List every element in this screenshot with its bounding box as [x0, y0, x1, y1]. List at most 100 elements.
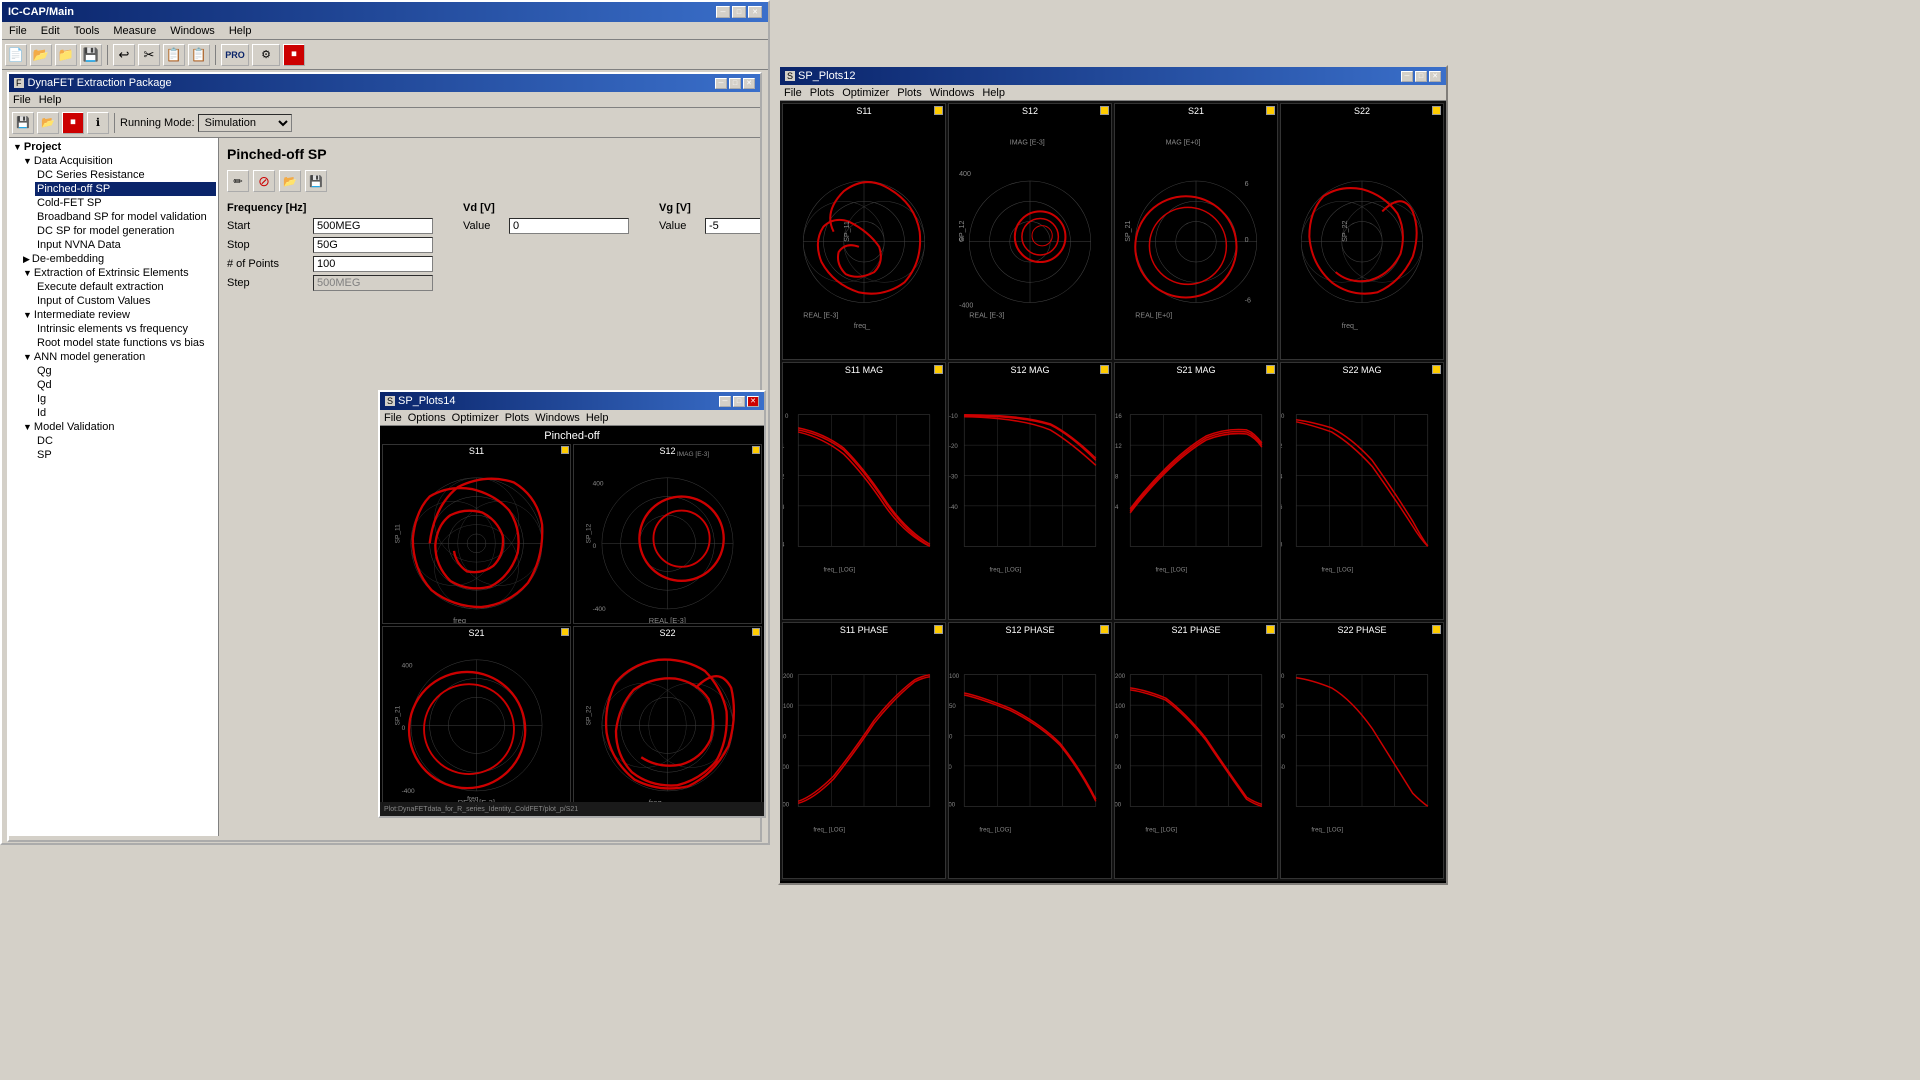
dynafet-stop-btn[interactable]: ⏹ — [62, 112, 84, 134]
content-circle-btn[interactable]: ⊘ — [253, 170, 275, 192]
dynafet-menu-help[interactable]: Help — [39, 94, 62, 106]
sp12-menu-help[interactable]: Help — [982, 87, 1005, 99]
close-btn[interactable]: ✕ — [748, 6, 762, 18]
tree-root-model[interactable]: Root model state functions vs bias — [35, 336, 216, 350]
start-input[interactable] — [313, 218, 433, 234]
tree-dc-series[interactable]: DC Series Resistance — [35, 168, 216, 182]
pro-btn[interactable]: PRO — [221, 44, 249, 66]
tree-pinched-off-sp[interactable]: Pinched-off SP — [35, 182, 216, 196]
tree-input-nvna[interactable]: Input NVNA Data — [35, 238, 216, 252]
dynafet-menu-file[interactable]: File — [13, 94, 31, 106]
sp14-close[interactable]: ✕ — [747, 396, 759, 407]
sp12-menu-file[interactable]: File — [784, 87, 802, 99]
tree-dc[interactable]: DC — [35, 434, 216, 448]
plot-s11-mag-yellow[interactable] — [934, 365, 943, 374]
dynafet-maximize[interactable]: □ — [729, 78, 741, 89]
sp14-s11-yellow[interactable] — [561, 446, 569, 454]
cfg-btn[interactable]: ⚙ — [252, 44, 280, 66]
sp14-maximize[interactable]: □ — [733, 396, 745, 407]
copy-btn[interactable]: 📋 — [163, 44, 185, 66]
tree-id[interactable]: Id — [35, 406, 216, 420]
plot-s12-yellow[interactable] — [1100, 106, 1109, 115]
sp14-s22-yellow[interactable] — [752, 628, 760, 636]
tree-intermediate-review[interactable]: ▼ Intermediate review — [11, 308, 216, 322]
open2-btn[interactable]: 📁 — [55, 44, 77, 66]
menu-tools[interactable]: Tools — [71, 24, 103, 38]
cut-btn[interactable]: ✂ — [138, 44, 160, 66]
plot-s22-mag-yellow[interactable] — [1432, 365, 1441, 374]
svg-text:-20: -20 — [949, 444, 958, 450]
plot-s21-mag-title: S21 MAG — [1115, 365, 1277, 375]
plot-s21-phase-yellow[interactable] — [1266, 625, 1275, 634]
sp14-menu-help[interactable]: Help — [586, 412, 609, 424]
content-edit-btn[interactable]: ✏ — [227, 170, 249, 192]
tree-input-custom[interactable]: Input of Custom Values — [35, 294, 216, 308]
plot-s21-yellow[interactable] — [1266, 106, 1275, 115]
tree-broadband-sp[interactable]: Broadband SP for model validation — [35, 210, 216, 224]
plot-s21-mag-yellow[interactable] — [1266, 365, 1275, 374]
tree-data-acquisition[interactable]: ▼ Data Acquisition — [11, 154, 216, 168]
tree-execute-default[interactable]: Execute default extraction — [35, 280, 216, 294]
tree-qg[interactable]: Qg — [35, 364, 216, 378]
tree-ann-model[interactable]: ▼ ANN model generation — [11, 350, 216, 364]
plot-s11-phase-yellow[interactable] — [934, 625, 943, 634]
sp12-close[interactable]: ✕ — [1429, 71, 1441, 82]
tree-qd[interactable]: Qd — [35, 378, 216, 392]
content-save-btn[interactable]: 💾 — [305, 170, 327, 192]
vg-value-input[interactable] — [705, 218, 760, 234]
step-input[interactable] — [313, 275, 433, 291]
sp14-menu-file[interactable]: File — [384, 412, 402, 424]
minimize-btn[interactable]: ─ — [716, 6, 730, 18]
points-input[interactable] — [313, 256, 433, 272]
sp14-menu-options[interactable]: Options — [408, 412, 446, 424]
stop-btn[interactable]: ⏹ — [283, 44, 305, 66]
sp14-s21-yellow[interactable] — [561, 628, 569, 636]
open-btn[interactable]: 📂 — [30, 44, 52, 66]
maximize-btn[interactable]: □ — [732, 6, 746, 18]
new-file-btn[interactable]: 📄 — [5, 44, 27, 66]
sp12-minimize[interactable]: ─ — [1401, 71, 1413, 82]
plot-s22-yellow[interactable] — [1432, 106, 1441, 115]
paste-btn[interactable]: 📋 — [188, 44, 210, 66]
sp14-menu-windows[interactable]: Windows — [535, 412, 580, 424]
tree-cold-fet-sp[interactable]: Cold-FET SP — [35, 196, 216, 210]
sp12-menu-plots2[interactable]: Plots — [897, 87, 921, 99]
dynafet-info-btn[interactable]: ℹ — [87, 112, 109, 134]
sp12-maximize[interactable]: □ — [1415, 71, 1427, 82]
tree-model-validation[interactable]: ▼ Model Validation — [11, 420, 216, 434]
tree-dc-sp-model[interactable]: DC SP for model generation — [35, 224, 216, 238]
plot-s12-phase-yellow[interactable] — [1100, 625, 1109, 634]
sp14-s12-yellow[interactable] — [752, 446, 760, 454]
sp14-menu-optimizer[interactable]: Optimizer — [452, 412, 499, 424]
vg-group: Vg [V] Value — [659, 202, 760, 237]
menu-file[interactable]: File — [6, 24, 30, 38]
sp12-menu-optimizer[interactable]: Optimizer — [842, 87, 889, 99]
tree-de-embedding[interactable]: ▶ De-embedding — [11, 252, 216, 266]
sp14-minimize[interactable]: ─ — [719, 396, 731, 407]
sp12-menu-plots[interactable]: Plots — [810, 87, 834, 99]
undo-btn[interactable]: ↩ — [113, 44, 135, 66]
sp12-menu-windows[interactable]: Windows — [930, 87, 975, 99]
running-mode-select[interactable]: Simulation Measurement — [198, 114, 292, 132]
plot-s12-mag-yellow[interactable] — [1100, 365, 1109, 374]
menu-windows[interactable]: Windows — [167, 24, 218, 38]
tree-sp[interactable]: SP — [35, 448, 216, 462]
menu-help[interactable]: Help — [226, 24, 255, 38]
tree-intrinsic-elements[interactable]: Intrinsic elements vs frequency — [35, 322, 216, 336]
vd-value-input[interactable] — [509, 218, 629, 234]
dynafet-minimize[interactable]: ─ — [715, 78, 727, 89]
dynafet-save-btn[interactable]: 💾 — [12, 112, 34, 134]
menu-edit[interactable]: Edit — [38, 24, 63, 38]
content-folder-btn[interactable]: 📂 — [279, 170, 301, 192]
plot-s22-phase-yellow[interactable] — [1432, 625, 1441, 634]
sp14-menu-plots[interactable]: Plots — [505, 412, 529, 424]
tree-ig[interactable]: Ig — [35, 392, 216, 406]
tree-extraction-extrinsic[interactable]: ▼ Extraction of Extrinsic Elements — [11, 266, 216, 280]
dynafet-close[interactable]: ✕ — [743, 78, 755, 89]
save-btn[interactable]: 💾 — [80, 44, 102, 66]
main-title: IC-CAP/Main — [8, 6, 74, 18]
stop-input[interactable] — [313, 237, 433, 253]
dynafet-open-btn[interactable]: 📂 — [37, 112, 59, 134]
menu-measure[interactable]: Measure — [110, 24, 159, 38]
plot-s11-yellow[interactable] — [934, 106, 943, 115]
